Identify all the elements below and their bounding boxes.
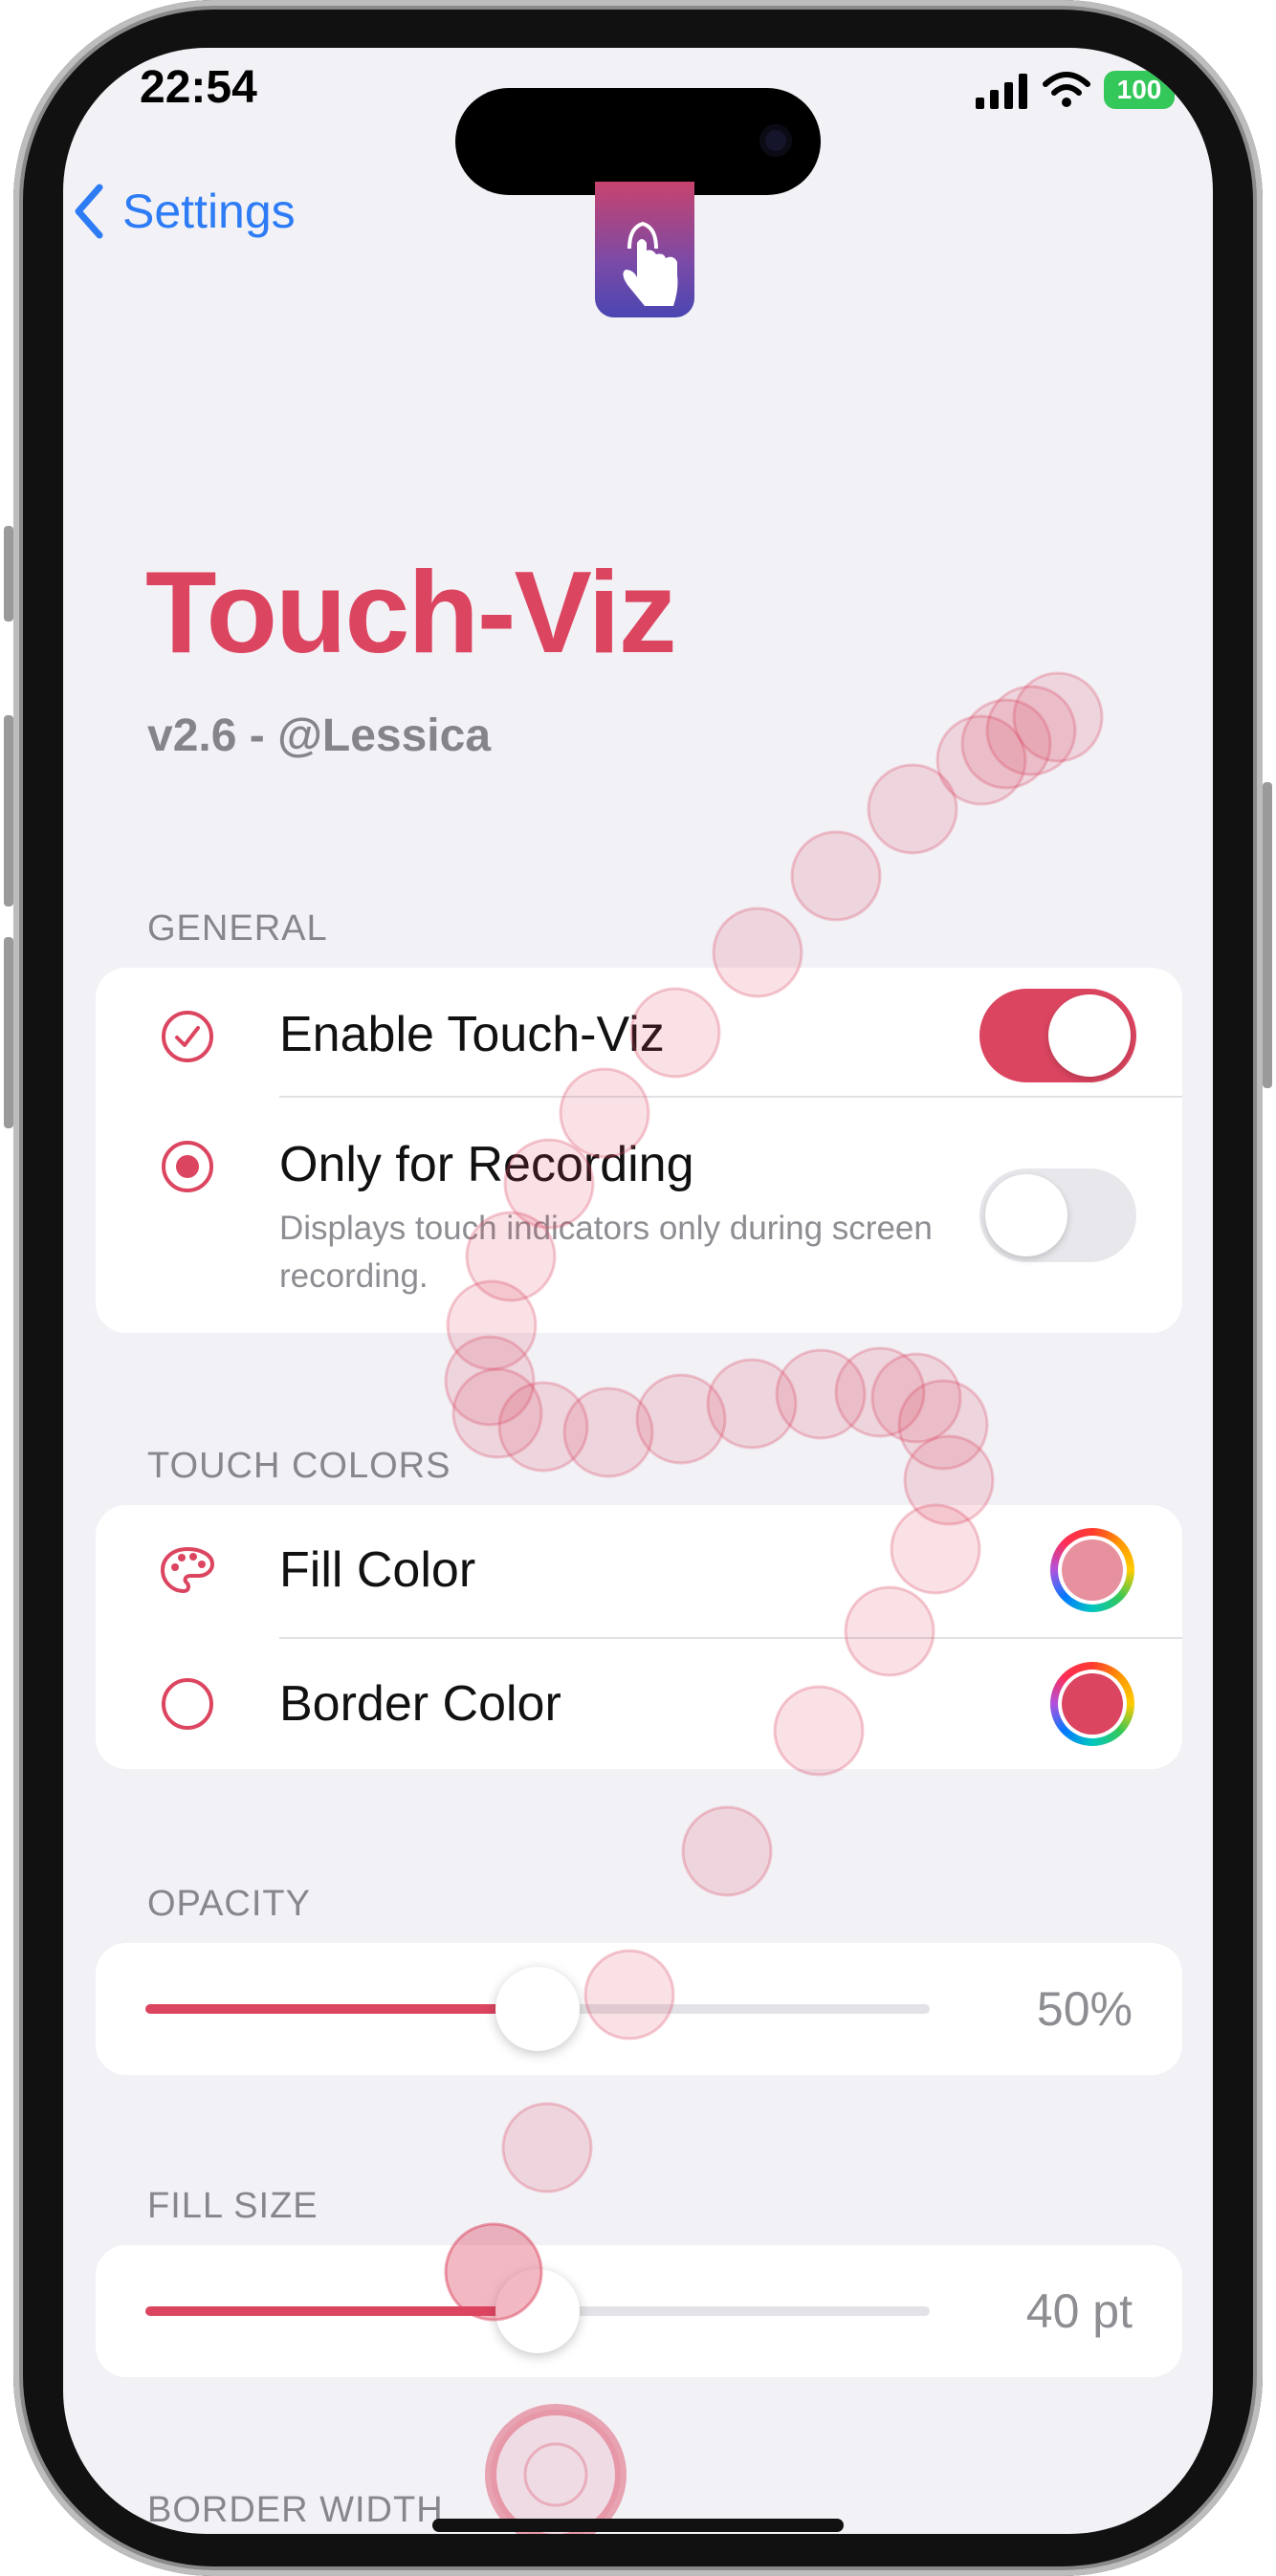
toggle-knob <box>985 1174 1067 1256</box>
opacity-card: 50% <box>96 1943 1182 2075</box>
version-subtitle: v2.6 - @Lessica <box>147 710 492 761</box>
touch-indicator <box>960 698 1052 790</box>
enable-touch-viz-toggle[interactable] <box>979 989 1136 1082</box>
fill-color-well[interactable] <box>1050 1528 1134 1612</box>
section-header-general: GENERAL <box>147 908 328 949</box>
dynamic-island <box>455 88 821 195</box>
app-icon <box>595 182 694 317</box>
palette-icon <box>160 1546 215 1594</box>
screen: 22:54 100 Settings Touch-Viz v2.6 - @Les… <box>63 48 1213 2534</box>
touch-indicator <box>635 1373 727 1465</box>
opacity-slider[interactable] <box>145 1967 930 2051</box>
section-header-fill-size: FILL SIZE <box>147 2186 319 2226</box>
record-circle-icon <box>162 1141 213 1192</box>
section-header-opacity: OPACITY <box>147 1884 311 1924</box>
fill-size-slider-thumb[interactable] <box>495 2269 580 2353</box>
fill-size-value: 40 pt <box>1025 2284 1133 2338</box>
touch-indicator <box>985 685 1077 776</box>
touch-indicator <box>681 1805 773 1897</box>
touch-indicator <box>775 1348 867 1440</box>
touch-indicator-current <box>485 2404 627 2534</box>
fill-size-card: 40 pt <box>96 2245 1182 2377</box>
battery-indicator: 100 <box>1104 71 1175 109</box>
row-separator <box>279 1637 1182 1639</box>
back-label: Settings <box>122 185 296 238</box>
status-icons: 100 <box>976 71 1175 109</box>
wifi-icon <box>1043 72 1090 107</box>
fill-color-swatch <box>1062 1539 1123 1601</box>
status-time: 22:54 <box>140 62 257 113</box>
back-button[interactable]: Settings <box>73 182 296 241</box>
touch-indicator <box>451 1367 543 1459</box>
general-card: Enable Touch-Viz Only for Recording Disp… <box>96 968 1182 1333</box>
border-color-well[interactable] <box>1050 1662 1134 1746</box>
fill-size-slider[interactable] <box>145 2269 930 2353</box>
front-camera-icon <box>759 124 792 157</box>
only-for-recording-label: Only for Recording <box>279 1137 694 1192</box>
fill-size-slider-fill <box>145 2306 538 2316</box>
checkmark-circle-icon <box>162 1011 213 1062</box>
border-color-label: Border Color <box>279 1676 561 1732</box>
border-color-swatch <box>1062 1673 1123 1735</box>
home-indicator <box>432 2519 844 2532</box>
only-for-recording-description: Displays touch indicators only during sc… <box>279 1210 933 1295</box>
toggle-knob <box>1048 994 1131 1077</box>
touch-indicator <box>867 763 958 855</box>
opacity-value: 50% <box>1036 1982 1133 2036</box>
fill-color-label: Fill Color <box>279 1542 476 1598</box>
section-header-touch-colors: TOUCH COLORS <box>147 1446 451 1486</box>
power-button <box>1263 782 1272 1088</box>
row-separator <box>279 1096 1182 1098</box>
volume-down-button <box>4 937 13 1128</box>
touch-indicator <box>935 714 1027 806</box>
touch-indicator <box>706 1358 798 1450</box>
page-title: Touch-Viz <box>145 547 677 677</box>
touch-indicator <box>897 1379 989 1471</box>
touch-colors-card: Fill Color Border Color <box>96 1505 1182 1769</box>
touch-indicator <box>870 1352 962 1444</box>
touch-indicator <box>501 2102 593 2194</box>
opacity-slider-thumb[interactable] <box>495 1967 580 2051</box>
opacity-slider-fill <box>145 2004 538 2014</box>
circle-outline-icon <box>162 1678 213 1730</box>
touch-indicator <box>497 1381 589 1473</box>
section-header-border-width: BORDER WIDTH <box>147 2490 444 2530</box>
enable-touch-viz-label: Enable Touch-Viz <box>279 1007 665 1062</box>
touch-indicator <box>790 830 882 922</box>
cellular-signal-icon <box>976 74 1027 109</box>
volume-up-button <box>4 715 13 906</box>
tap-hand-icon <box>623 221 678 306</box>
touch-indicator-current-inner <box>523 2442 588 2507</box>
touch-indicator <box>562 1386 654 1478</box>
only-for-recording-toggle[interactable] <box>979 1168 1136 1262</box>
chevron-left-icon <box>75 184 103 239</box>
touch-indicator <box>1012 671 1104 763</box>
touch-indicator <box>834 1346 926 1438</box>
action-button <box>4 526 13 622</box>
touch-indicator <box>444 1335 536 1427</box>
